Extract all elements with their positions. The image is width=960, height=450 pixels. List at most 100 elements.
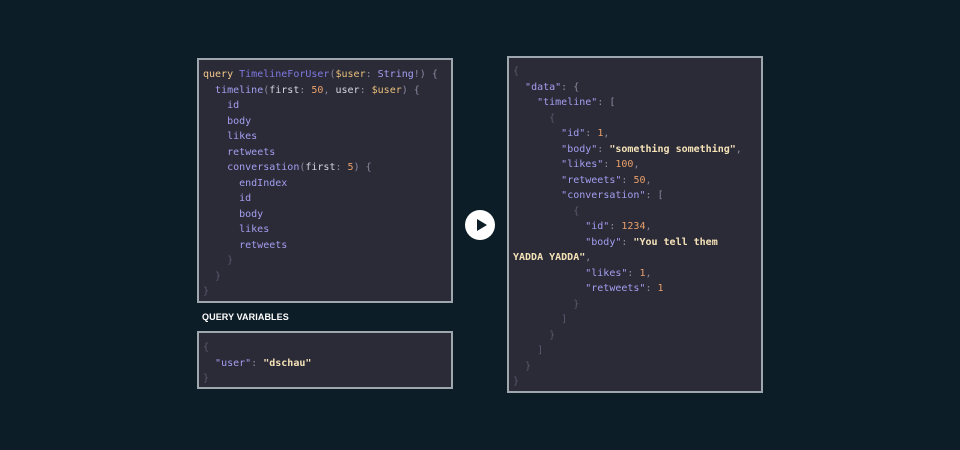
code-line: retweets bbox=[203, 238, 451, 254]
code-token: : bbox=[251, 357, 264, 369]
query-code[interactable]: query TimelineForUser($user: String!) { … bbox=[199, 60, 451, 300]
code-line: "data": { bbox=[513, 80, 761, 96]
code-token: user bbox=[335, 84, 360, 96]
code-line: likes bbox=[203, 129, 451, 145]
code-token: likes bbox=[227, 131, 258, 142]
code-token: : bbox=[359, 84, 372, 96]
code-token: ) { bbox=[401, 84, 420, 96]
code-token: 1234 bbox=[621, 221, 646, 232]
code-token: id bbox=[227, 100, 240, 111]
code-token: { bbox=[549, 112, 556, 124]
code-token: : { bbox=[561, 81, 580, 93]
code-line: id bbox=[203, 98, 451, 114]
code-token: "body" bbox=[585, 236, 622, 248]
code-line: "body": "something something", bbox=[513, 142, 761, 158]
code-token: : bbox=[585, 128, 598, 139]
code-token: } bbox=[525, 360, 532, 372]
code-token: "retweets" bbox=[585, 283, 646, 294]
code-line: id bbox=[203, 191, 451, 207]
code-line: "likes": 100, bbox=[513, 157, 761, 173]
code-token: body bbox=[239, 208, 264, 220]
code-line: } bbox=[203, 269, 451, 285]
code-token: 50 bbox=[633, 174, 646, 186]
code-token: : [ bbox=[645, 190, 664, 201]
code-token: } bbox=[549, 329, 556, 341]
code-token: conversation bbox=[227, 162, 300, 173]
code-line: { bbox=[513, 111, 761, 127]
code-token: : bbox=[597, 143, 610, 155]
code-token: retweets bbox=[239, 239, 288, 251]
code-token: } bbox=[203, 286, 210, 297]
code-line: "retweets": 50, bbox=[513, 173, 761, 189]
code-line: query TimelineForUser($user: String!) { bbox=[203, 67, 451, 83]
code-token: TimelineForUser bbox=[239, 69, 330, 80]
variables-code[interactable]: { "user": "dschau"} bbox=[199, 333, 451, 387]
code-line: timeline(first: 50, user: $user) { bbox=[203, 83, 451, 99]
code-line: conversation(first: 5) { bbox=[203, 160, 451, 176]
code-token: first bbox=[269, 84, 300, 96]
variables-editor[interactable]: { "user": "dschau"} bbox=[197, 331, 453, 389]
code-token: "data" bbox=[525, 81, 562, 93]
result-viewer: { "data": { "timeline": [ { "id": 1, "bo… bbox=[507, 56, 763, 393]
code-line: { bbox=[513, 64, 761, 80]
query-variables-label: QUERY VARIABLES bbox=[202, 312, 289, 322]
code-token: "You tell them bbox=[633, 236, 718, 248]
code-token: , bbox=[323, 84, 336, 96]
code-token: : [ bbox=[597, 97, 616, 108]
code-token: "body" bbox=[561, 143, 598, 155]
query-editor[interactable]: query TimelineForUser($user: String!) { … bbox=[197, 58, 453, 303]
run-query-button[interactable] bbox=[465, 210, 495, 240]
code-token: , bbox=[645, 221, 652, 232]
code-token: 1 bbox=[657, 283, 664, 294]
code-line: } bbox=[513, 297, 761, 313]
code-token: , bbox=[735, 143, 742, 155]
code-line: } bbox=[203, 371, 451, 387]
code-token: "likes" bbox=[585, 267, 628, 279]
play-icon bbox=[477, 219, 487, 231]
code-token: 100 bbox=[615, 159, 634, 170]
code-token: : bbox=[621, 236, 634, 248]
code-token: , bbox=[633, 159, 640, 170]
code-token: { bbox=[513, 66, 520, 77]
code-line: "user": "dschau" bbox=[203, 356, 451, 372]
code-line: } bbox=[203, 253, 451, 269]
code-token: YADDA YADDA" bbox=[513, 252, 586, 263]
code-line: { bbox=[513, 204, 761, 220]
code-token: : bbox=[603, 159, 616, 170]
code-line: } bbox=[203, 284, 451, 300]
code-token: , bbox=[645, 174, 652, 186]
code-token: retweets bbox=[227, 146, 276, 158]
code-token: } bbox=[227, 255, 234, 266]
code-line: } bbox=[513, 328, 761, 344]
code-token: : bbox=[645, 283, 658, 294]
code-line: ] bbox=[513, 312, 761, 328]
code-line: body bbox=[203, 114, 451, 130]
code-token: body bbox=[227, 115, 252, 127]
code-line: "body": "You tell them bbox=[513, 235, 761, 251]
code-token: : bbox=[621, 174, 634, 186]
code-token: ] bbox=[561, 314, 568, 325]
code-line: } bbox=[513, 359, 761, 375]
code-token: , bbox=[585, 252, 592, 263]
code-token: "timeline" bbox=[537, 97, 598, 108]
